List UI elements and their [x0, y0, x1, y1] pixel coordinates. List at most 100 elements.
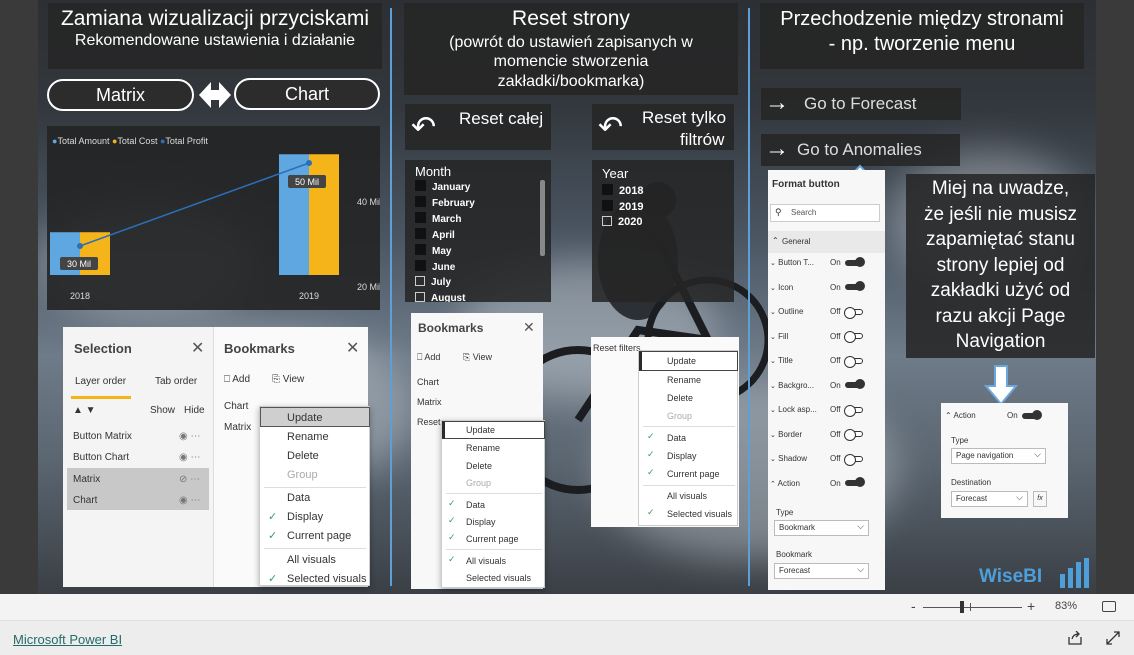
zoom-out-button[interactable]: - — [911, 598, 916, 614]
format-row[interactable]: ⌄ Outline Off — [770, 306, 882, 319]
go-to-forecast-button[interactable]: → Go to Forecast — [761, 88, 961, 120]
toggle-switch[interactable]: Off — [830, 331, 863, 344]
menu-current-page[interactable]: Current page — [287, 530, 351, 542]
eye-hidden-icon[interactable]: ⊘ ⋯ — [179, 474, 200, 485]
menu-rename[interactable]: Rename — [466, 443, 500, 453]
bookmark-item[interactable]: Reset filters — [593, 343, 641, 353]
type-dropdown[interactable]: Page navigation — [951, 448, 1046, 464]
zoom-slider[interactable] — [923, 607, 1022, 608]
menu-all-visuals[interactable]: All visuals — [667, 491, 707, 501]
toggle-switch[interactable]: Off — [830, 404, 863, 417]
menu-selected-visuals[interactable]: Selected visuals — [287, 573, 367, 585]
close-icon[interactable]: ✕ — [346, 338, 359, 358]
menu-update[interactable]: Update — [287, 412, 322, 424]
menu-display[interactable]: Display — [287, 511, 323, 523]
menu-update[interactable]: Update — [667, 356, 696, 366]
year-item[interactable]: 2019 — [602, 200, 643, 213]
menu-selected-visuals[interactable]: Selected visuals — [466, 573, 531, 583]
month-item[interactable]: May — [415, 244, 451, 257]
toggle-switch[interactable]: On — [830, 477, 865, 488]
fullscreen-icon[interactable] — [1106, 631, 1120, 645]
layer-item[interactable]: Chart — [73, 495, 97, 506]
action-toggle[interactable]: On — [1007, 409, 1042, 420]
menu-display[interactable]: Display — [466, 517, 496, 527]
menu-selected-visuals[interactable]: Selected visuals — [667, 509, 732, 519]
fit-page-icon[interactable] — [1102, 601, 1116, 612]
tab-tab-order[interactable]: Tab order — [155, 376, 197, 387]
menu-data[interactable]: Data — [667, 433, 686, 443]
close-icon[interactable]: ✕ — [523, 319, 535, 336]
bookmark-item[interactable]: Chart — [224, 401, 248, 412]
add-bookmark-button[interactable]: ⎕ Add — [224, 374, 250, 385]
format-row[interactable]: ⌄ Backgro... On — [770, 379, 882, 390]
eye-icon[interactable]: ◉ ⋯ — [179, 495, 201, 506]
menu-delete[interactable]: Delete — [287, 450, 319, 462]
tab-layer-order[interactable]: Layer order — [75, 376, 126, 387]
menu-rename[interactable]: Rename — [287, 431, 329, 443]
month-item[interactable]: March — [415, 212, 461, 225]
destination-dropdown[interactable]: Forecast — [951, 491, 1028, 507]
menu-delete[interactable]: Delete — [466, 461, 492, 471]
toggle-switch[interactable]: Off — [830, 306, 863, 319]
zoom-in-button[interactable]: + — [1027, 598, 1035, 614]
format-row[interactable]: ⌄ Border Off — [770, 429, 882, 442]
format-row[interactable]: ⌄ Title Off — [770, 355, 882, 368]
share-icon[interactable] — [1067, 631, 1083, 645]
format-row[interactable]: ⌃ Action On — [770, 477, 882, 488]
toggle-switch[interactable]: Off — [830, 355, 863, 368]
year-item[interactable]: 2018 — [602, 184, 643, 197]
menu-data[interactable]: Data — [466, 500, 485, 510]
add-bookmark-button[interactable]: ⎕ Add — [417, 352, 440, 363]
menu-delete[interactable]: Delete — [667, 393, 693, 403]
month-item[interactable]: January — [415, 180, 470, 193]
month-item[interactable]: February — [415, 196, 475, 209]
format-row[interactable]: ⌄ Fill Off — [770, 331, 882, 344]
eye-icon[interactable]: ◉ ⋯ — [179, 431, 201, 442]
format-row[interactable]: ⌄ Shadow Off — [770, 453, 882, 466]
chart-button[interactable]: Chart — [234, 78, 380, 110]
toggle-switch[interactable]: Off — [830, 453, 863, 466]
month-item[interactable]: July — [415, 276, 451, 288]
view-button[interactable]: ⎘ View — [463, 352, 492, 363]
toggle-switch[interactable]: On — [830, 256, 865, 267]
layer-item[interactable]: Button Matrix — [73, 431, 132, 442]
toggle-switch[interactable]: On — [830, 379, 865, 390]
eye-icon[interactable]: ◉ ⋯ — [179, 452, 201, 463]
menu-all-visuals[interactable]: All visuals — [466, 556, 506, 566]
general-section[interactable]: ⌃ General — [768, 231, 885, 253]
show-all[interactable]: Show — [150, 405, 175, 416]
search-input[interactable]: ⚲ Search — [770, 204, 880, 222]
action-toggle-row[interactable]: ⌃ Action — [945, 411, 976, 420]
order-arrows-icon[interactable]: ▲ ▼ — [73, 405, 96, 416]
format-row[interactable]: ⌄ Button T... On — [770, 256, 882, 267]
menu-update[interactable]: Update — [466, 425, 495, 435]
bookmark-item[interactable]: Matrix — [417, 397, 442, 407]
bookmark-dropdown[interactable]: Forecast — [774, 563, 869, 579]
reset-all-button[interactable]: ↶ Reset całej — [405, 104, 551, 150]
format-row[interactable]: ⌄ Icon On — [770, 281, 882, 292]
menu-all-visuals[interactable]: All visuals — [287, 554, 336, 566]
matrix-button[interactable]: Matrix — [47, 79, 194, 111]
go-to-anomalies-button[interactable]: → Go to Anomalies — [761, 134, 960, 166]
scrollbar[interactable] — [540, 180, 545, 256]
menu-current-page[interactable]: Current page — [466, 534, 519, 544]
year-item[interactable]: 2020 — [602, 216, 642, 228]
menu-current-page[interactable]: Current page — [667, 469, 720, 479]
type-dropdown[interactable]: Bookmark — [774, 520, 869, 536]
bookmark-item[interactable]: Matrix — [224, 422, 251, 433]
month-item[interactable]: August — [415, 292, 465, 302]
layer-item[interactable]: Matrix — [73, 474, 100, 485]
toggle-switch[interactable]: Off — [830, 429, 863, 442]
bookmark-item[interactable]: Reset — [417, 417, 441, 427]
month-item[interactable]: June — [415, 260, 455, 273]
month-item[interactable]: April — [415, 228, 455, 241]
view-button[interactable]: ⎘ View — [272, 374, 304, 385]
toggle-switch[interactable]: On — [830, 281, 865, 292]
close-icon[interactable]: ✕ — [191, 338, 204, 358]
menu-rename[interactable]: Rename — [667, 375, 701, 385]
fx-button[interactable]: fx — [1033, 491, 1047, 507]
reset-filters-button[interactable]: ↶ Reset tylko filtrów — [592, 104, 734, 150]
menu-data[interactable]: Data — [287, 492, 310, 504]
zoom-slider-handle[interactable] — [960, 601, 964, 613]
layer-item[interactable]: Button Chart — [73, 452, 129, 463]
